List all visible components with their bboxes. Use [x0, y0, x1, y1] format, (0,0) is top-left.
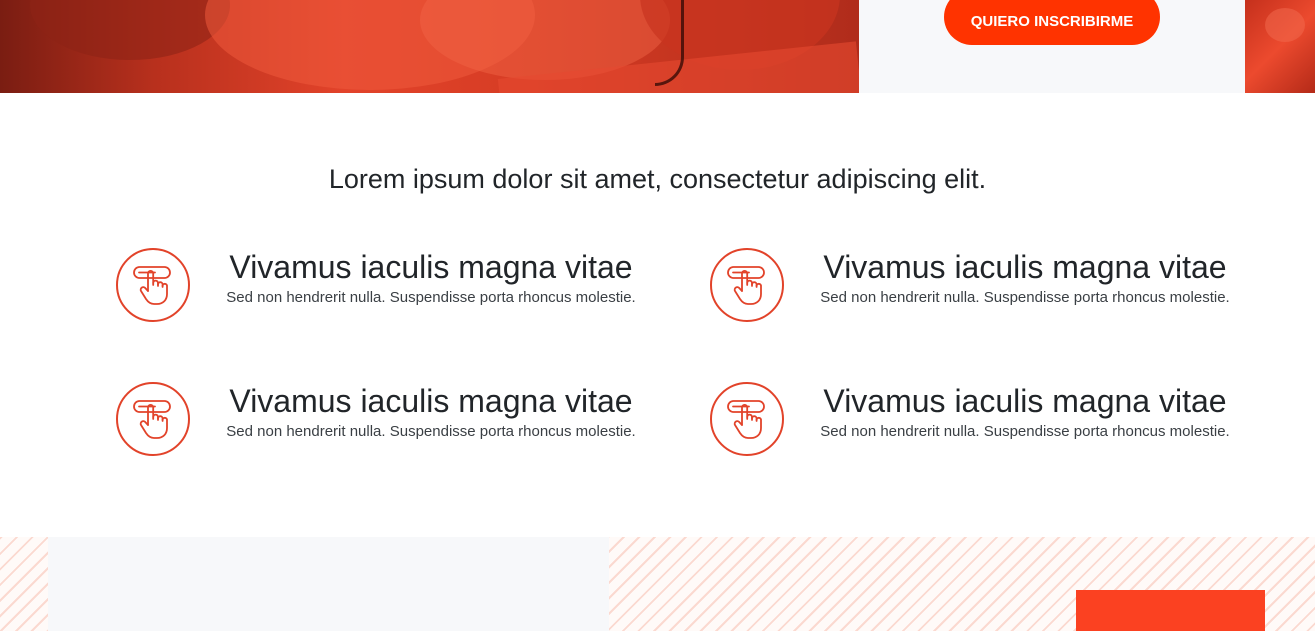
feature-description: Sed non hendrerit nulla. Suspendisse por… [226, 423, 636, 440]
feature-item: Vivamus iaculis magna vitae Sed non hend… [710, 248, 1270, 328]
hand-pointer-click-icon [116, 248, 190, 322]
section-heading: Lorem ipsum dolor sit amet, consectetur … [328, 164, 987, 194]
accent-block [1076, 590, 1265, 631]
feature-title: Vivamus iaculis magna vitae [823, 249, 1227, 285]
hand-pointer-click-icon [710, 248, 784, 322]
next-section [0, 537, 1315, 631]
hero-banner: QUIERO INSCRIBIRME [0, 0, 1315, 93]
hero-side-image [1245, 0, 1315, 93]
content-panel [48, 537, 609, 631]
hand-pointer-click-icon [710, 382, 784, 456]
hero-image [0, 0, 859, 93]
feature-description: Sed non hendrerit nulla. Suspendisse por… [226, 289, 636, 306]
feature-item: Vivamus iaculis magna vitae Sed non hend… [710, 382, 1270, 462]
feature-title: Vivamus iaculis magna vitae [229, 249, 633, 285]
feature-title: Vivamus iaculis magna vitae [823, 383, 1227, 419]
signup-button[interactable]: QUIERO INSCRIBIRME [944, 0, 1160, 45]
feature-description: Sed non hendrerit nulla. Suspendisse por… [820, 423, 1230, 440]
feature-item: Vivamus iaculis magna vitae Sed non hend… [116, 248, 676, 328]
hand-pointer-click-icon [116, 382, 190, 456]
feature-description: Sed non hendrerit nulla. Suspendisse por… [820, 289, 1230, 306]
feature-item: Vivamus iaculis magna vitae Sed non hend… [116, 382, 676, 462]
feature-title: Vivamus iaculis magna vitae [229, 383, 633, 419]
